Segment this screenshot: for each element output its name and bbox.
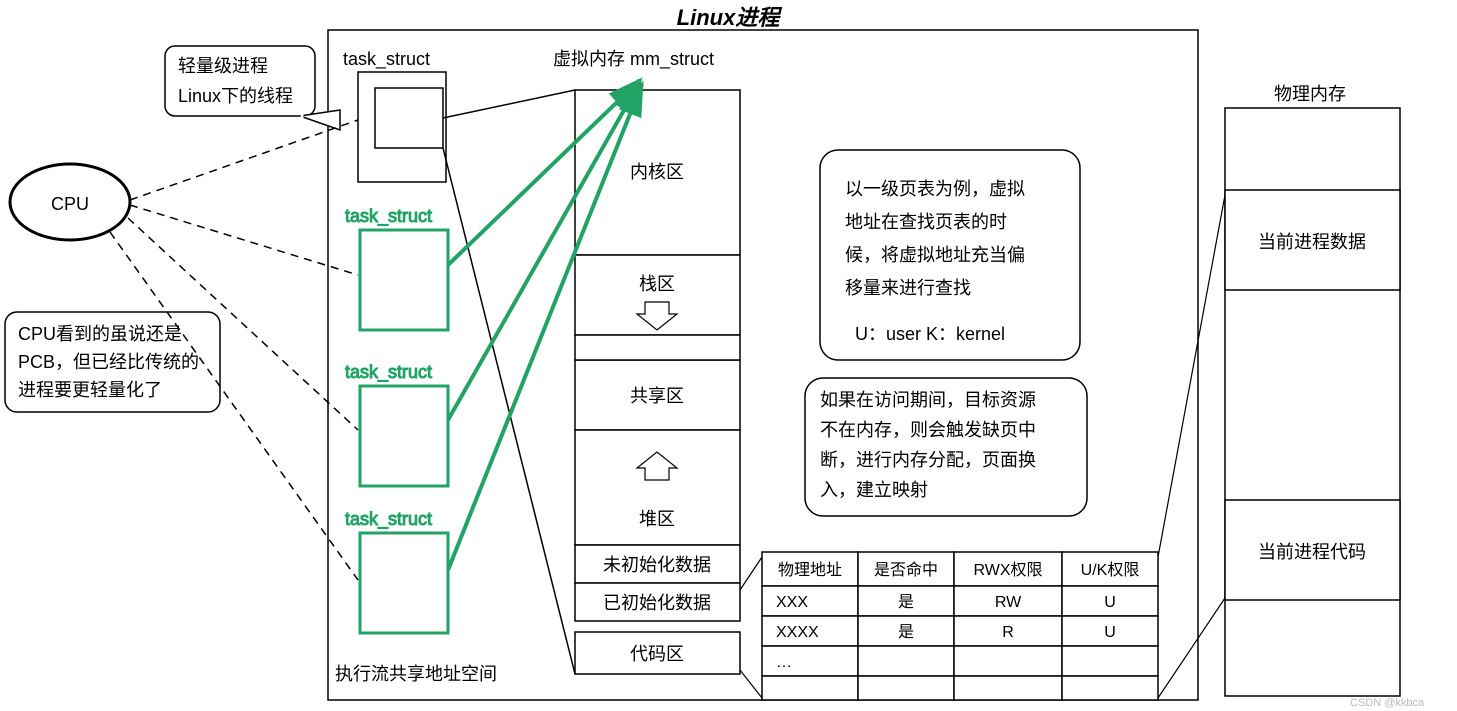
pt-h-hit: 是否命中 (874, 561, 938, 579)
task-struct-box-2 (360, 230, 448, 330)
pt-to-phys-2 (1158, 598, 1225, 698)
cpu-note-bubble: CPU看到的虽说还是 PCB，但已经比传统的 进程要更轻量化了 (5, 312, 220, 412)
pt-r1-phys: XXXX (776, 624, 819, 641)
mm-data: 已初始化数据 (603, 593, 711, 613)
page-table: 物理地址 是否命中 RWX权限 U/K权限 XXX 是 RW U XXXX 是 … (762, 552, 1158, 700)
pt-r1-uk: U (1104, 624, 1116, 641)
pt-r1-hit: 是 (898, 624, 914, 641)
task-struct-label-top: task_struct (343, 49, 430, 70)
cpu-note-line2: PCB，但已经比传统的 (18, 352, 199, 372)
note2-line1: 如果在访问期间，目标资源 (820, 390, 1036, 410)
pt-h-phys: 物理地址 (778, 561, 842, 579)
thread-bubble-line1: 轻量级进程 (178, 56, 268, 76)
mm-code: 代码区 (630, 644, 684, 664)
mm-shared: 共享区 (630, 386, 684, 406)
mm-bss: 未初始化数据 (603, 555, 711, 575)
note2-line4: 入，建立映射 (820, 480, 928, 500)
pt-r0-hit: 是 (898, 594, 914, 611)
physmem-code-label: 当前进程代码 (1258, 542, 1366, 562)
task-mm-link-top1 (443, 90, 575, 118)
pt-r1-rwx: R (1002, 624, 1014, 641)
mm-struct-label: 虚拟内存 mm_struct (553, 49, 714, 70)
note1-line4: 移量来进行查找 (845, 278, 971, 298)
cpu-link-2 (130, 205, 358, 275)
pagetable-note-2: 如果在访问期间，目标资源 不在内存，则会触发缺页中 断，进行内存分配，页面换 入… (805, 378, 1087, 516)
watermark: CSDN @kkbca (1350, 697, 1425, 709)
pt-r2-phys: … (776, 654, 792, 671)
note1-line5: U：user K：kernel (855, 324, 1005, 344)
note1-line2: 地址在查找页表的时 (845, 212, 1007, 232)
task-struct-box-4 (360, 533, 448, 633)
mm-kernel: 内核区 (630, 162, 684, 182)
task-mm-link-top2 (443, 148, 575, 674)
mm-to-pt-1 (740, 557, 762, 590)
task-struct-box-3 (360, 386, 448, 486)
pt-h-rwx: RWX权限 (973, 561, 1042, 579)
mm-heap: 堆区 (639, 509, 675, 529)
cpu-note-line3: 进程要更轻量化了 (18, 380, 162, 400)
task-struct-label-3: task_struct (345, 362, 432, 383)
cpu-link-1 (130, 120, 358, 200)
thread-bubble: 轻量级进程 Linux下的线程 (165, 46, 340, 130)
cpu-note-line1: CPU看到的虽说还是 (18, 324, 182, 344)
pt-to-phys-1 (1158, 195, 1225, 557)
note2-line2: 不在内存，则会触发缺页中 (820, 420, 1036, 440)
note1-line1: 以一级页表为例，虚拟 (845, 179, 1025, 199)
pt-r0-rwx: RW (995, 594, 1022, 611)
pt-h-uk: U/K权限 (1081, 561, 1140, 579)
note2-line3: 断，进行内存分配，页面换 (820, 450, 1036, 470)
pt-r0-phys: XXX (776, 594, 808, 611)
diagram-title: Linux进程 (677, 5, 783, 30)
pt-r0-uk: U (1104, 594, 1116, 611)
note1-line3: 候，将虚拟地址充当偏 (845, 245, 1025, 265)
mm-gap (575, 335, 740, 360)
cpu-label: CPU (51, 194, 89, 214)
task-struct-label-2: task_struct (345, 206, 432, 227)
thread-bubble-line2: Linux下的线程 (178, 86, 293, 106)
task-struct-inner-1 (375, 88, 443, 148)
pagetable-note-1: 以一级页表为例，虚拟 地址在查找页表的时 候，将虚拟地址充当偏 移量来进行查找 … (820, 150, 1080, 360)
mm-stack: 栈区 (639, 274, 675, 294)
mm-struct-column: 内核区 栈区 共享区 堆区 未初始化数据 已初始化数据 代码区 (575, 90, 740, 674)
task-struct-label-4: task_struct (345, 509, 432, 530)
physmem-title: 物理内存 (1274, 84, 1346, 104)
physmem-data-label: 当前进程数据 (1258, 232, 1366, 252)
mm-to-pt-2 (740, 670, 762, 698)
exec-share-label: 执行流共享地址空间 (335, 664, 497, 684)
